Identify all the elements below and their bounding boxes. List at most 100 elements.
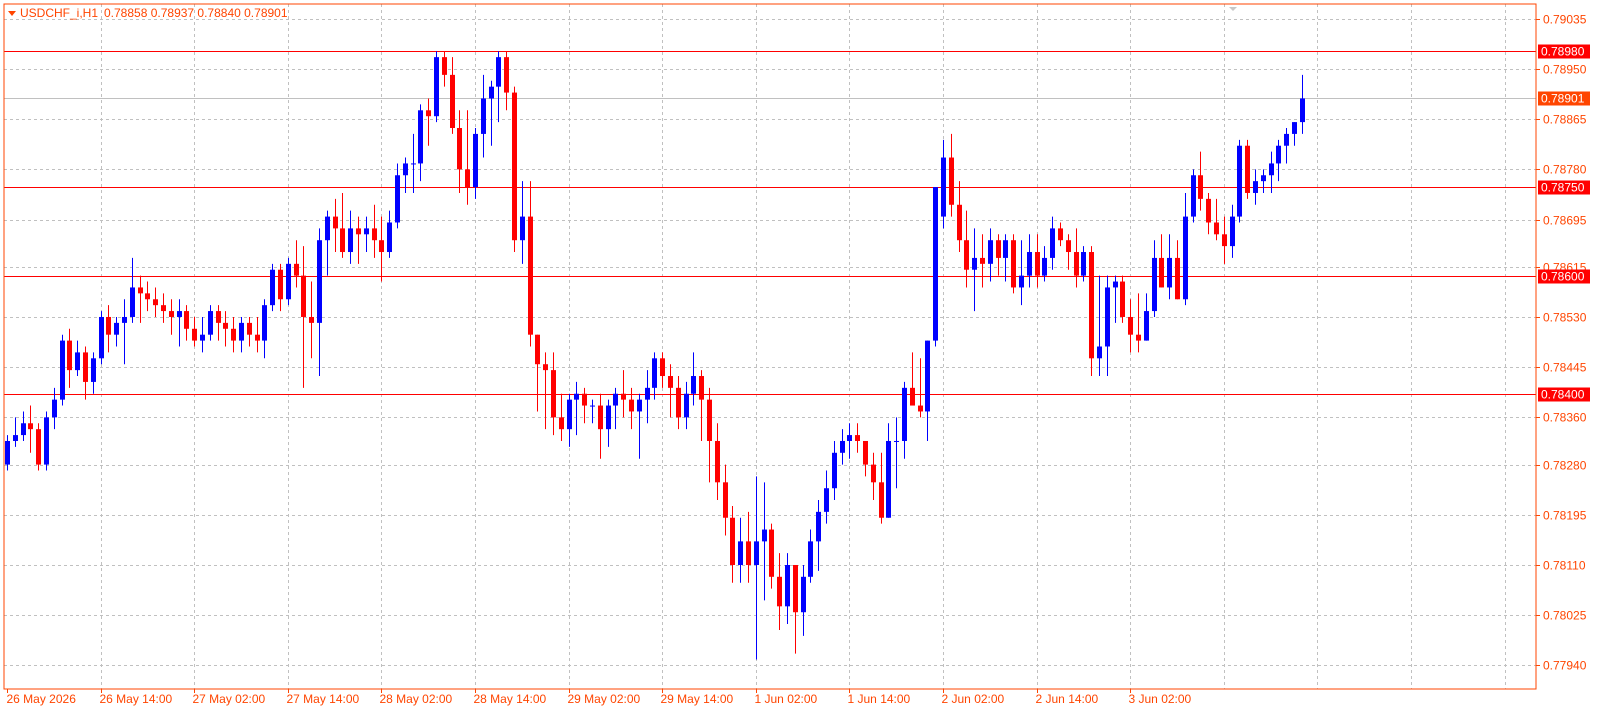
candle-body (769, 529, 774, 577)
candle-body (169, 311, 174, 317)
time-tick-label: 27 May 02:00 (193, 692, 266, 706)
candle-body (590, 405, 595, 407)
price-tick-label: 0.78025 (1543, 609, 1587, 623)
candle-body (567, 399, 572, 430)
candle-body (629, 399, 634, 412)
candle-body (621, 393, 626, 400)
candle-body (309, 316, 314, 323)
time-tick-label: 1 Jun 02:00 (755, 692, 818, 706)
candle-body (465, 169, 470, 188)
candle-body (730, 517, 735, 565)
candle-body (933, 187, 938, 341)
candle-body (161, 305, 166, 312)
candle-body (91, 358, 96, 382)
candle-body (130, 287, 135, 317)
candle-body (551, 370, 556, 418)
bear-candle (1245, 139, 1250, 199)
candle-body (1245, 145, 1250, 193)
price-tick-label: 0.78360 (1543, 411, 1587, 425)
candle-body (910, 387, 915, 406)
candle-body (528, 216, 533, 335)
candle-body (715, 440, 720, 483)
candle-body (99, 316, 104, 359)
candle-body (504, 57, 509, 93)
time-tick-label: 2 Jun 02:00 (942, 692, 1005, 706)
candle-body (52, 399, 57, 418)
candle-body (668, 376, 673, 388)
price-tick-label: 0.78195 (1543, 509, 1587, 523)
price-tick-label: 0.78865 (1543, 113, 1587, 127)
current-price-label: 0.78901 (1541, 92, 1585, 106)
price-tick-label: 0.78780 (1543, 163, 1587, 177)
candle-body (520, 216, 525, 241)
candle-body (450, 74, 455, 129)
candle-body (699, 376, 704, 400)
candle-body (785, 564, 790, 607)
candle-body (676, 387, 681, 418)
candle-body (1003, 240, 1008, 258)
candle-body (1300, 98, 1305, 123)
candle-body (348, 228, 353, 253)
candle-body (1214, 222, 1219, 235)
candle-body (114, 322, 119, 335)
bull-candle (44, 411, 49, 471)
candle-body (67, 340, 72, 371)
candle-body (863, 440, 868, 465)
candle-body (317, 240, 322, 323)
candle-body (1292, 122, 1297, 134)
candle-body (387, 222, 392, 253)
candle-body (1128, 316, 1133, 335)
candle-body (886, 440, 891, 518)
candle-body (1035, 252, 1040, 276)
candle-body (1066, 240, 1071, 253)
candle-body (925, 340, 930, 412)
candle-body (28, 423, 33, 430)
candle-body (918, 405, 923, 412)
candle-body (871, 464, 876, 483)
candle-body (840, 440, 845, 453)
candle-body (83, 352, 88, 382)
bear-candle (36, 423, 41, 471)
candle-body (255, 334, 260, 341)
time-tick-label: 3 Jun 02:00 (1129, 692, 1192, 706)
candlestick-chart[interactable]: 0.79035 0.78950 0.78865 0.78780 0.78695 0.786… (0, 0, 1601, 713)
candle-body (1276, 145, 1281, 164)
bull-candle (60, 334, 65, 406)
candle-body (418, 110, 423, 164)
candle-body (231, 328, 236, 341)
candle-body (75, 352, 80, 371)
price-tick-label: 0.79035 (1543, 13, 1587, 27)
candle-body (481, 98, 486, 134)
candle-body (403, 163, 408, 176)
candle-body (262, 305, 267, 341)
time-tick-label: 1 Jun 14:00 (848, 692, 911, 706)
candle-body (278, 269, 283, 300)
candle-body (192, 328, 197, 341)
candle-body (1159, 257, 1164, 288)
candle-body (473, 133, 478, 188)
bear-candle (1089, 246, 1094, 377)
candle-body (138, 287, 143, 294)
candle-body (941, 157, 946, 217)
candle-body (1089, 252, 1094, 359)
candle-body (801, 576, 806, 613)
candle-body (1284, 133, 1289, 146)
candle-body (1011, 240, 1016, 288)
candle-body (1027, 252, 1032, 276)
candle-body (613, 393, 618, 406)
bull-candle (286, 257, 291, 306)
price-tick-label: 0.77940 (1543, 659, 1587, 673)
time-tick-label: 28 May 14:00 (474, 692, 547, 706)
candle-body (239, 322, 244, 341)
candle-body (559, 417, 564, 430)
candle-body (1074, 252, 1079, 276)
candle-body (395, 175, 400, 223)
time-tick-label: 26 May 2026 (7, 692, 77, 706)
candle-body (1019, 275, 1024, 288)
candle-body (200, 334, 205, 341)
candle-body (980, 257, 985, 264)
candle-body (1230, 216, 1235, 247)
candle-body (5, 440, 10, 465)
candle-body (1261, 175, 1266, 182)
candle-body (356, 228, 361, 235)
